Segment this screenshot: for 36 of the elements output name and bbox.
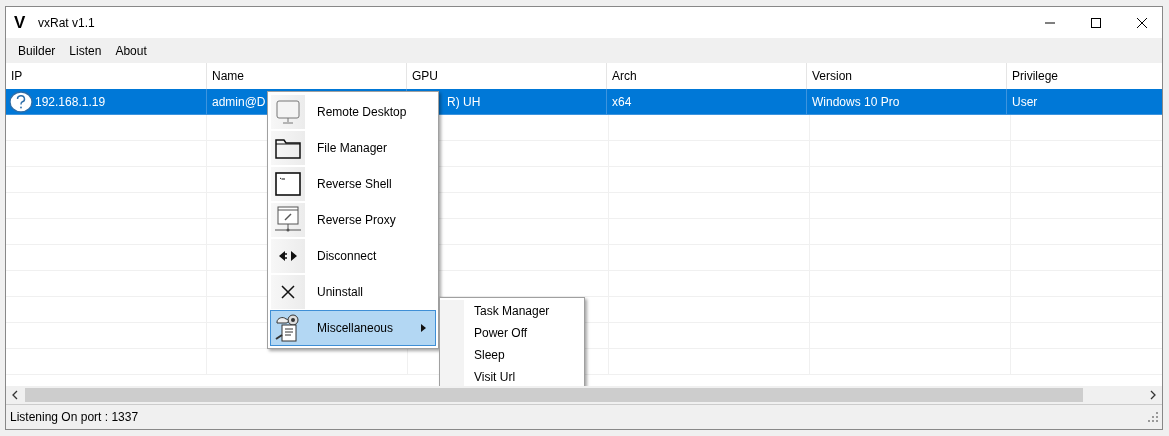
context-menu-item[interactable]: File Manager <box>270 130 436 166</box>
submenu-item[interactable]: Power Off <box>440 322 584 344</box>
close-icon <box>281 285 295 299</box>
table-cell: 192.168.1.19 <box>35 94 106 109</box>
maximize-icon[interactable] <box>1090 16 1102 29</box>
submenu-item[interactable]: Task Manager <box>440 300 584 322</box>
monitor-icon <box>275 99 301 125</box>
context-menu-item[interactable]: Reverse Proxy <box>270 202 436 238</box>
table-cell: x64 <box>612 94 632 109</box>
table-cell: admin@D <box>212 94 266 109</box>
context-menu-item[interactable]: Disconnect <box>270 238 436 274</box>
menu-item[interactable]: Listen <box>62 43 109 58</box>
table-cell: Windows 10 Pro <box>812 94 900 109</box>
app-logo: V <box>14 12 27 33</box>
submenu-item[interactable]: Sleep <box>440 344 584 366</box>
context-menu-item[interactable]: Uninstall <box>270 274 436 310</box>
submenu-item[interactable]: Visit Url <box>440 366 584 386</box>
question-icon <box>9 90 33 113</box>
scroll-left-icon[interactable] <box>11 390 19 400</box>
menu-item[interactable]: About <box>108 43 154 58</box>
gear-document-icon <box>274 313 302 343</box>
resize-grip-icon[interactable] <box>1148 412 1158 422</box>
window-title: vxRat v1.1 <box>38 15 95 30</box>
table-cell: R) UH <box>447 94 481 109</box>
scrollbar-thumb[interactable] <box>25 388 1083 402</box>
terminal-icon <box>275 172 301 196</box>
context-menu-item[interactable]: Miscellaneous <box>270 310 436 346</box>
status-text: Listening On port : 1337 <box>10 410 139 424</box>
network-window-icon <box>274 206 302 234</box>
context-menu-item[interactable]: Reverse Shell <box>270 166 436 202</box>
scroll-right-icon[interactable] <box>1149 390 1157 400</box>
folder-icon <box>275 137 301 159</box>
menu-item[interactable]: Builder <box>11 43 63 58</box>
close-icon[interactable] <box>1136 16 1148 29</box>
table-cell: User <box>1012 94 1038 109</box>
horizontal-scrollbar[interactable] <box>6 386 1162 404</box>
